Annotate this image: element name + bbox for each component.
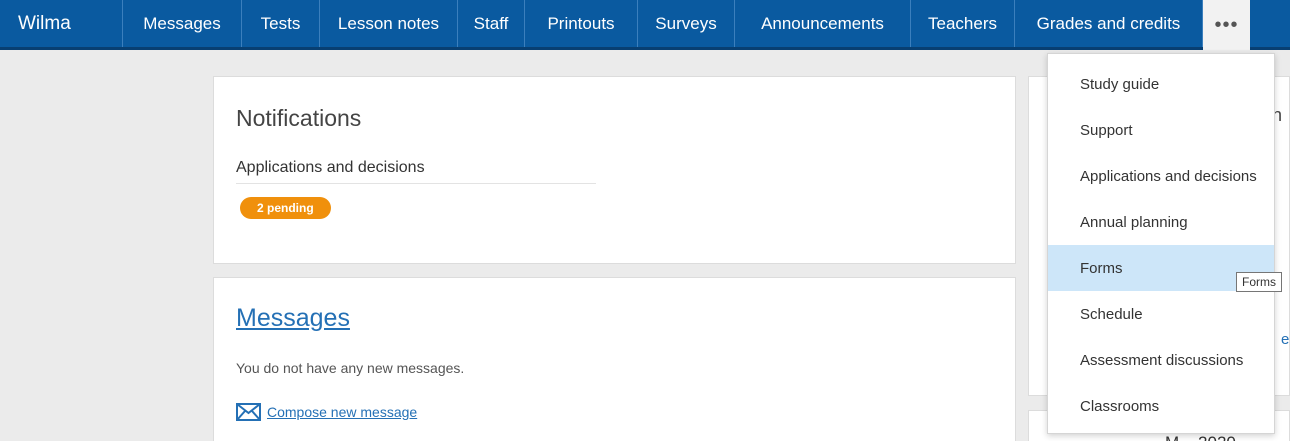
nav-item-grades-and-credits[interactable]: Grades and credits bbox=[1015, 0, 1203, 47]
nav-item-lesson-notes[interactable]: Lesson notes bbox=[320, 0, 458, 47]
nav-item-printouts[interactable]: Printouts bbox=[525, 0, 638, 47]
more-menu-button[interactable]: ••• bbox=[1203, 0, 1250, 50]
notifications-card: Notifications Applications and decisions… bbox=[213, 76, 1016, 264]
compose-message-link[interactable]: Compose new message bbox=[236, 403, 417, 421]
forms-tooltip: Forms bbox=[1236, 272, 1282, 292]
menu-item-support[interactable]: Support bbox=[1048, 107, 1274, 153]
top-navbar: Wilma Messages Tests Lesson notes Staff Prin… bbox=[0, 0, 1290, 50]
more-dots-icon: ••• bbox=[1214, 13, 1239, 36]
messages-card: Messages You do not have any new message… bbox=[213, 277, 1016, 441]
notifications-title: Notifications bbox=[236, 105, 362, 131]
more-dropdown-menu: Study guide Support Applications and decis… bbox=[1047, 53, 1275, 434]
compose-message-label: Compose new message bbox=[267, 404, 418, 420]
nav-item-staff[interactable]: Staff bbox=[458, 0, 525, 47]
menu-item-annual-planning[interactable]: Annual planning bbox=[1048, 199, 1274, 245]
brand-logo[interactable]: Wilma bbox=[0, 0, 123, 47]
messages-title-link[interactable]: Messages bbox=[236, 304, 350, 333]
menu-item-applications-and-decisions[interactable]: Applications and decisions bbox=[1048, 153, 1274, 199]
nav-item-tests[interactable]: Tests bbox=[242, 0, 320, 47]
menu-item-classrooms[interactable]: Classrooms bbox=[1048, 383, 1274, 429]
nav-item-teachers[interactable]: Teachers bbox=[911, 0, 1015, 47]
envelope-icon bbox=[236, 403, 261, 421]
side-card-year-fragment: M... 2020 bbox=[1165, 433, 1236, 441]
messages-empty-text: You do not have any new messages. bbox=[236, 360, 465, 376]
side-card-link-fragment[interactable]: er bbox=[1281, 331, 1290, 348]
notifications-subtitle: Applications and decisions bbox=[236, 159, 596, 184]
nav-item-surveys[interactable]: Surveys bbox=[638, 0, 735, 47]
menu-item-schedule[interactable]: Schedule bbox=[1048, 291, 1274, 337]
menu-item-study-guide[interactable]: Study guide bbox=[1048, 61, 1274, 107]
pending-badge[interactable]: 2 pending bbox=[240, 197, 331, 219]
menu-item-assessment-discussions[interactable]: Assessment discussions bbox=[1048, 337, 1274, 383]
nav-items: Messages Tests Lesson notes Staff Printouts S… bbox=[123, 0, 1203, 47]
nav-item-announcements[interactable]: Announcements bbox=[735, 0, 911, 47]
nav-item-messages[interactable]: Messages bbox=[123, 0, 242, 47]
